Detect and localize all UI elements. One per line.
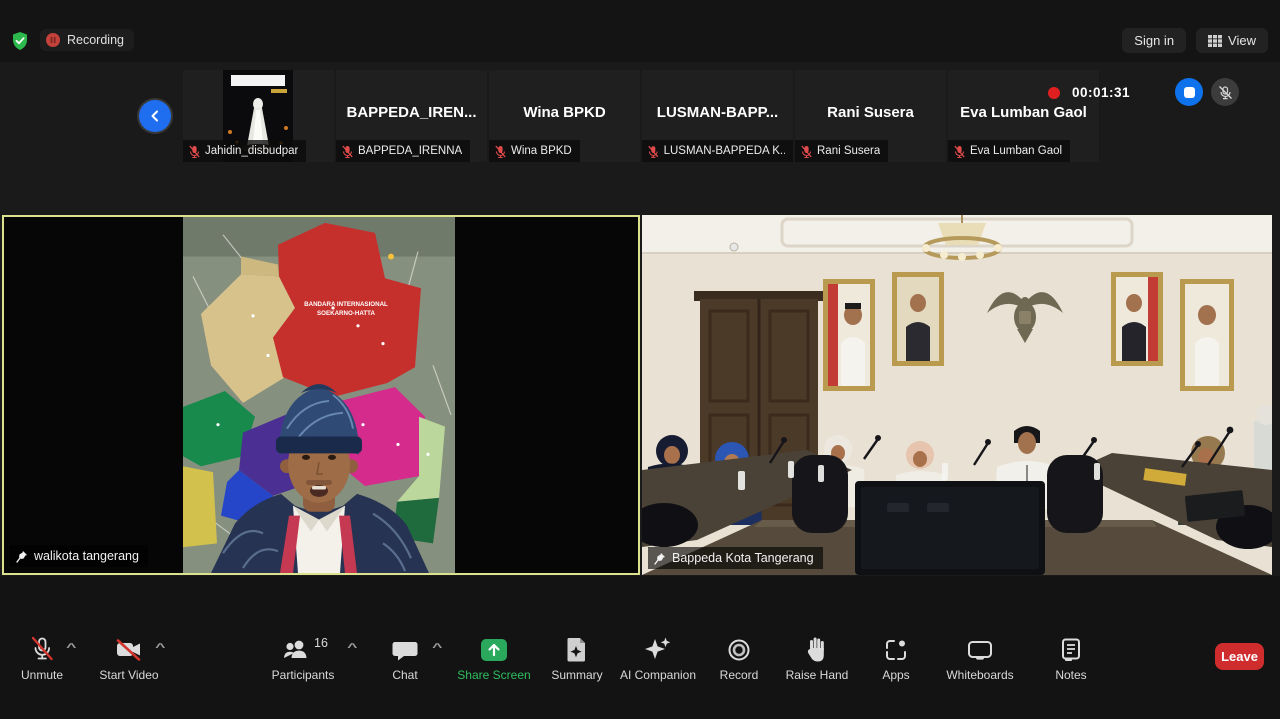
video-tile-walikota[interactable]: BANDARA INTERNASIONAL SOEKARNO-HATTA: [2, 215, 640, 575]
muted-mic-icon: [801, 145, 812, 158]
muted-mic-icon: [648, 145, 659, 158]
mic-disabled-icon: [1218, 85, 1233, 100]
notes-button[interactable]: Notes: [1016, 636, 1126, 682]
top-bar: Recording Sign in View: [0, 0, 1280, 62]
notes-icon: [1016, 636, 1126, 662]
participant-name: Wina BPKD: [511, 145, 572, 157]
camera-off-icon: [74, 636, 184, 662]
recording-timer: 00:01:31: [1048, 85, 1130, 100]
participant-thumbnail[interactable]: Jahidin_disbudpar: [183, 70, 334, 162]
participant-thumbnail[interactable]: LUSMAN-BAPP... LUSMAN-BAPPEDA K...: [642, 70, 793, 162]
tile-name-tag: Bappeda Kota Tangerang: [648, 547, 823, 569]
participant-thumbnail[interactable]: Wina BPKD Wina BPKD: [489, 70, 640, 162]
participant-display-name: BAPPEDA_IREN...: [336, 104, 487, 121]
grid-view-icon: [1208, 35, 1222, 47]
meeting-toolbar: Unmute ^ Start Video ^: [0, 576, 1280, 719]
participant-display-name: Wina BPKD: [489, 104, 640, 121]
muted-mic-icon: [189, 145, 200, 158]
participant-name: BAPPEDA_IRENNA: [358, 145, 462, 157]
recording-pause-icon: [46, 33, 60, 47]
recording-indicator[interactable]: Recording: [40, 29, 134, 51]
security-shield-icon[interactable]: [10, 31, 30, 51]
stop-recording-button[interactable]: [1175, 78, 1203, 106]
participant-thumbnail[interactable]: Eva Lumban Gaol Eva Lumban Gaol: [948, 70, 1099, 162]
zoom-meeting-window: Recording Sign in View: [0, 0, 1280, 719]
participants-button[interactable]: 16 Participants: [248, 636, 358, 682]
participant-display-name: Eva Lumban Gaol: [948, 104, 1099, 121]
participants-count: 16: [314, 636, 328, 650]
tile-name-tag: walikota tangerang: [10, 545, 148, 567]
recording-dot-icon: [1048, 87, 1060, 99]
start-video-label: Start Video: [74, 668, 184, 682]
participant-display-name: Rani Susera: [795, 104, 946, 121]
camera-disabled-indicator[interactable]: [1211, 78, 1239, 106]
tile-name: Bappeda Kota Tangerang: [672, 551, 814, 565]
muted-mic-icon: [954, 145, 965, 158]
recording-label: Recording: [67, 33, 124, 47]
notes-label: Notes: [1016, 668, 1126, 682]
chevron-left-icon: [149, 110, 161, 122]
pin-icon: [654, 552, 666, 565]
participant-thumbnail[interactable]: BAPPEDA_IREN... BAPPEDA_IRENNA: [336, 70, 487, 162]
muted-mic-icon: [342, 145, 353, 158]
walikota-video: BANDARA INTERNASIONAL SOEKARNO-HATTA: [183, 217, 455, 573]
main-video-area: BANDARA INTERNASIONAL SOEKARNO-HATTA: [0, 215, 1280, 575]
stop-icon: [1184, 87, 1195, 98]
video-tile-bappeda[interactable]: Bappeda Kota Tangerang: [642, 215, 1272, 575]
view-button[interactable]: View: [1196, 28, 1268, 53]
start-video-button[interactable]: Start Video: [74, 636, 184, 682]
sign-in-button[interactable]: Sign in: [1122, 28, 1186, 53]
filmstrip-prev-button[interactable]: [139, 100, 171, 132]
bappeda-video: [642, 215, 1272, 575]
recording-time: 00:01:31: [1072, 85, 1130, 100]
participant-name: Eva Lumban Gaol: [970, 145, 1062, 157]
participants-icon: 16: [248, 636, 358, 662]
participant-filmstrip: Jahidin_disbudpar BAPPEDA_IREN... BAPPED…: [183, 70, 1099, 162]
tile-name: walikota tangerang: [34, 549, 139, 563]
participant-thumbnail[interactable]: Rani Susera Rani Susera: [795, 70, 946, 162]
map-label-line2: SOEKARNO-HATTA: [317, 310, 375, 317]
participants-label: Participants: [248, 668, 358, 682]
pin-icon: [16, 550, 28, 563]
view-label: View: [1228, 33, 1256, 48]
participant-name: Rani Susera: [817, 145, 880, 157]
map-label-line1: BANDARA INTERNASIONAL: [304, 301, 388, 308]
muted-mic-icon: [495, 145, 506, 158]
participant-name: Jahidin_disbudpar: [205, 145, 298, 157]
participant-display-name: LUSMAN-BAPP...: [642, 104, 793, 121]
leave-button[interactable]: Leave: [1215, 643, 1264, 670]
sign-in-label: Sign in: [1134, 33, 1174, 48]
video-options-chevron[interactable]: ^: [155, 642, 165, 654]
participant-name: LUSMAN-BAPPEDA K...: [664, 145, 785, 157]
